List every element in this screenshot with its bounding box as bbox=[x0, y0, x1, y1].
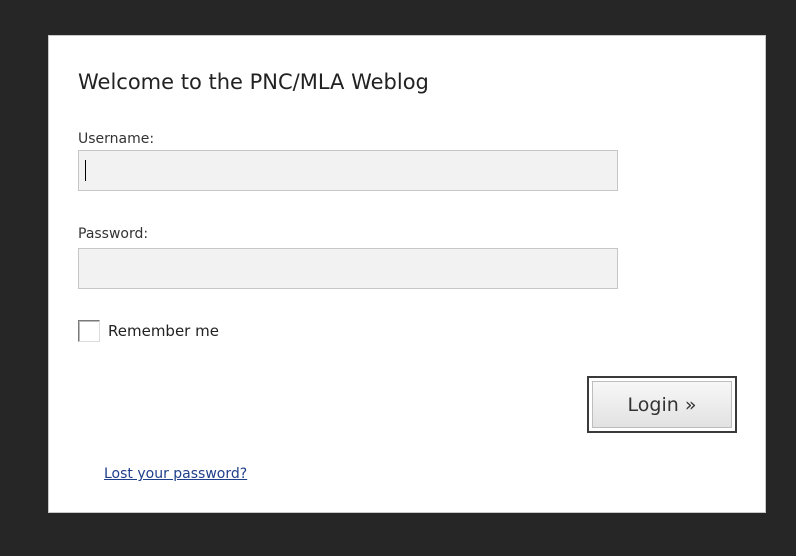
username-label: Username: bbox=[78, 131, 155, 147]
remember-me-label[interactable]: Remember me bbox=[108, 322, 219, 340]
remember-me-row: Remember me bbox=[78, 320, 219, 342]
lost-password-link[interactable]: Lost your password? bbox=[104, 466, 247, 482]
login-button[interactable]: Login » bbox=[587, 376, 737, 433]
password-label: Password: bbox=[78, 226, 149, 242]
remember-me-checkbox[interactable] bbox=[78, 320, 100, 342]
password-input[interactable] bbox=[78, 248, 618, 289]
login-panel: Welcome to the PNC/MLA Weblog Username: … bbox=[48, 35, 766, 513]
login-title: Welcome to the PNC/MLA Weblog bbox=[78, 70, 429, 94]
text-caret bbox=[85, 160, 86, 181]
login-button-label: Login » bbox=[592, 381, 732, 428]
username-input[interactable] bbox=[78, 150, 618, 191]
